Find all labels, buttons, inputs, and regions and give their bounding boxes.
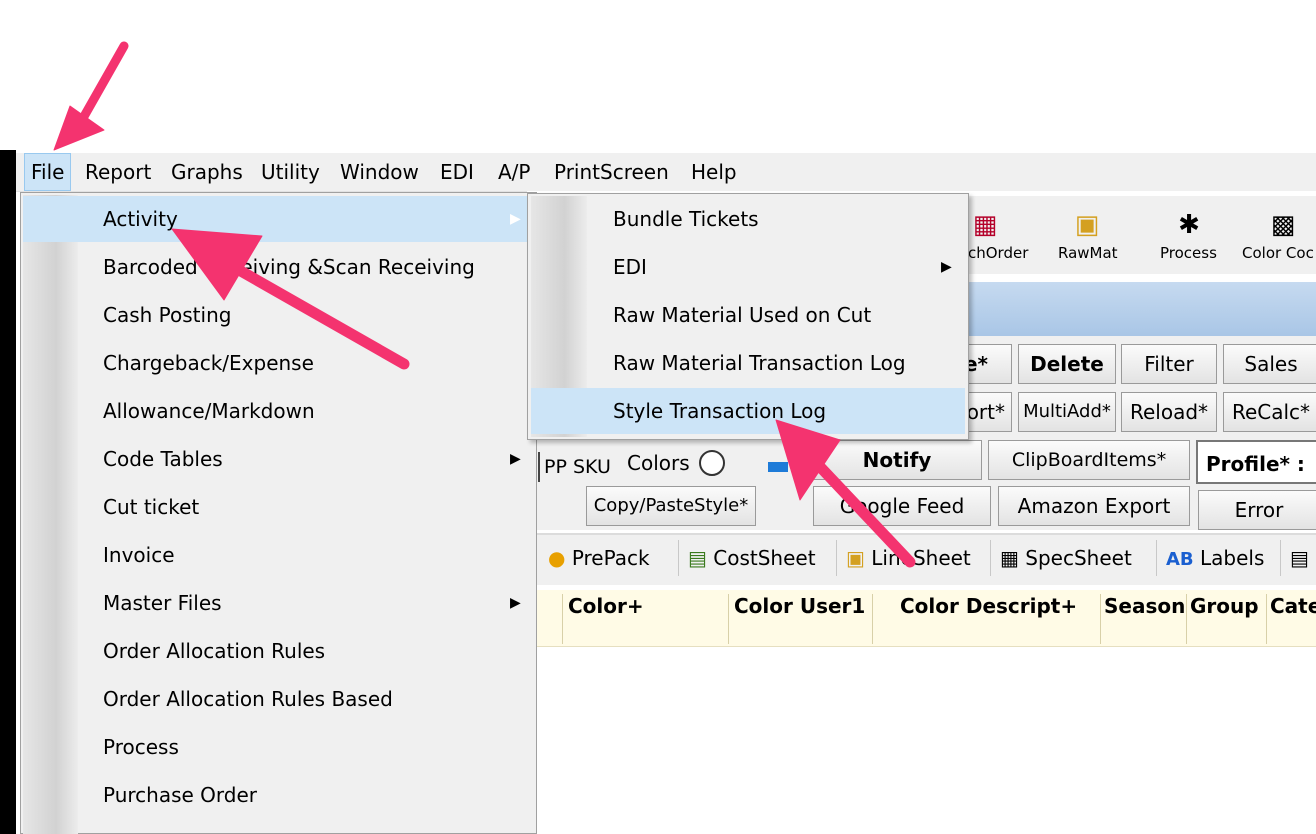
grid-col-category[interactable]: Cate xyxy=(1270,594,1316,618)
grid-column-separator xyxy=(1266,594,1267,644)
labels-ab-icon: AB xyxy=(1166,549,1194,570)
toolbar-batch-order-label[interactable]: chOrder xyxy=(968,244,1028,262)
menu-report[interactable]: Report xyxy=(85,153,151,191)
delete-button[interactable]: Delete xyxy=(1018,344,1116,384)
submenu-item-raw-material-used-on-cut[interactable]: Raw Material Used on Cut xyxy=(531,292,965,338)
costsheet-icon: ▤ xyxy=(688,546,707,570)
grid-col-group[interactable]: Group xyxy=(1190,594,1259,618)
toolbar-separator xyxy=(678,540,679,576)
file-menu-item-code-tables[interactable]: Code Tables ▶ xyxy=(23,436,528,482)
costsheet-button[interactable]: ▤ CostSheet xyxy=(688,536,816,580)
profile-field[interactable]: Profile* : xyxy=(1196,440,1316,484)
notify-button[interactable]: Notify xyxy=(812,440,982,480)
file-menu-item-invoice[interactable]: Invoice xyxy=(23,532,528,578)
menu-ap[interactable]: A/P xyxy=(498,153,530,191)
process-runner-icon[interactable]: ✱ xyxy=(1172,208,1206,242)
google-feed-button[interactable]: Google Feed xyxy=(813,486,991,526)
submenu-arrow-icon: ▶ xyxy=(510,211,521,227)
grid-col-season[interactable]: Season xyxy=(1104,594,1185,618)
prepack-icon: ● xyxy=(548,546,566,570)
grid-col-color[interactable]: Color+ xyxy=(568,594,644,618)
menu-printscreen[interactable]: PrintScreen xyxy=(554,153,669,191)
toolbar-process-label[interactable]: Process xyxy=(1160,244,1217,262)
error-button[interactable]: Error xyxy=(1198,490,1316,530)
linesheet-button[interactable]: ▣ LineSheet xyxy=(846,536,971,580)
submenu-arrow-icon: ▶ xyxy=(510,451,521,467)
menu-utility[interactable]: Utility xyxy=(261,153,320,191)
toolbar-separator xyxy=(1156,540,1157,576)
submenu-item-raw-material-transaction-log[interactable]: Raw Material Transaction Log xyxy=(531,340,965,386)
submenu-item-bundle-tickets[interactable]: Bundle Tickets xyxy=(531,196,965,242)
linesheet-icon: ▣ xyxy=(846,546,865,570)
file-menu-item-chargeback[interactable]: Chargeback/Expense xyxy=(23,340,528,386)
file-menu-item-activity[interactable]: Activity ▶ xyxy=(23,196,528,242)
color-code-icon[interactable]: ▩ xyxy=(1266,208,1300,242)
slider-thumb[interactable] xyxy=(768,462,788,472)
menu-file[interactable]: File xyxy=(24,153,72,191)
menu-edi[interactable]: EDI xyxy=(440,153,474,191)
submenu-arrow-icon: ▶ xyxy=(510,595,521,611)
colors-radio[interactable] xyxy=(699,450,725,476)
reload-button[interactable]: Reload* xyxy=(1121,392,1217,432)
toolbar-separator xyxy=(1280,540,1281,576)
batch-order-icon[interactable]: ▦ xyxy=(968,208,1002,242)
recalc-button[interactable]: ReCalc* xyxy=(1223,392,1316,432)
file-menu-item-cut-ticket[interactable]: Cut ticket xyxy=(23,484,528,530)
file-menu-item-cash-posting[interactable]: Cash Posting xyxy=(23,292,528,338)
toolbar-separator xyxy=(990,540,991,576)
submenu-item-edi[interactable]: EDI ▶ xyxy=(531,244,965,290)
copy-paste-style-button[interactable]: Copy/PasteStyle* xyxy=(586,486,756,526)
menu-window[interactable]: Window xyxy=(340,153,419,191)
specsheet-icon: ▦ xyxy=(1000,546,1019,570)
grid-column-separator xyxy=(872,594,873,644)
filter-button[interactable]: Filter xyxy=(1121,344,1217,384)
specsheet-button[interactable]: ▦ SpecSheet xyxy=(1000,536,1132,580)
menu-help[interactable]: Help xyxy=(691,153,737,191)
file-menu-item-purchase-order[interactable]: Purchase Order xyxy=(23,772,528,818)
raw-material-icon[interactable]: ▣ xyxy=(1070,208,1104,242)
toolbar-rawmat-label[interactable]: RawMat xyxy=(1058,244,1118,262)
menu-bar: File Report Graphs Utility Window EDI A/… xyxy=(16,153,1316,192)
file-menu-item-allowance[interactable]: Allowance/Markdown xyxy=(23,388,528,434)
sales-button[interactable]: Sales xyxy=(1223,344,1316,384)
submenu-item-style-transaction-log[interactable]: Style Transaction Log xyxy=(531,388,965,434)
file-menu-item-master-files[interactable]: Master Files ▶ xyxy=(23,580,528,626)
file-menu-item-barcoded-receiving[interactable]: Barcoded Receiving &Scan Receiving xyxy=(23,244,528,290)
labels-button[interactable]: AB Labels xyxy=(1166,536,1264,580)
clipboard-items-button[interactable]: ClipBoardItems* xyxy=(988,440,1190,480)
pp-sku-label: PP SKU xyxy=(538,452,611,482)
file-menu-item-order-allocation-rules[interactable]: Order Allocation Rules xyxy=(23,628,528,674)
arrow-to-file-head xyxy=(53,105,105,151)
grid-column-separator xyxy=(1100,594,1101,644)
toolbar-color-code-label[interactable]: Color Coc xyxy=(1242,244,1314,262)
arrow-to-file-shaft xyxy=(77,41,129,125)
multiadd-button[interactable]: MultiAdd* xyxy=(1018,392,1116,432)
window-left-edge xyxy=(0,150,16,834)
grid-col-color-user1[interactable]: Color User1 xyxy=(734,594,865,618)
prepack-button[interactable]: ● PrePack xyxy=(548,536,650,580)
more-toolbar-icon[interactable]: ▤ xyxy=(1290,536,1309,580)
grid-column-separator xyxy=(1186,594,1187,644)
menu-graphs[interactable]: Graphs xyxy=(171,153,243,191)
submenu-arrow-icon: ▶ xyxy=(941,259,952,275)
toolbar-separator xyxy=(836,540,837,576)
file-menu-item-process[interactable]: Process xyxy=(23,724,528,770)
grid-column-separator xyxy=(728,594,729,644)
amazon-export-button[interactable]: Amazon Export xyxy=(998,486,1190,526)
grid-column-separator xyxy=(562,594,563,644)
file-menu-item-order-allocation-rules-based[interactable]: Order Allocation Rules Based xyxy=(23,676,528,722)
grid-col-color-descript[interactable]: Color Descript+ xyxy=(900,594,1077,618)
colors-label: Colors xyxy=(627,451,690,475)
